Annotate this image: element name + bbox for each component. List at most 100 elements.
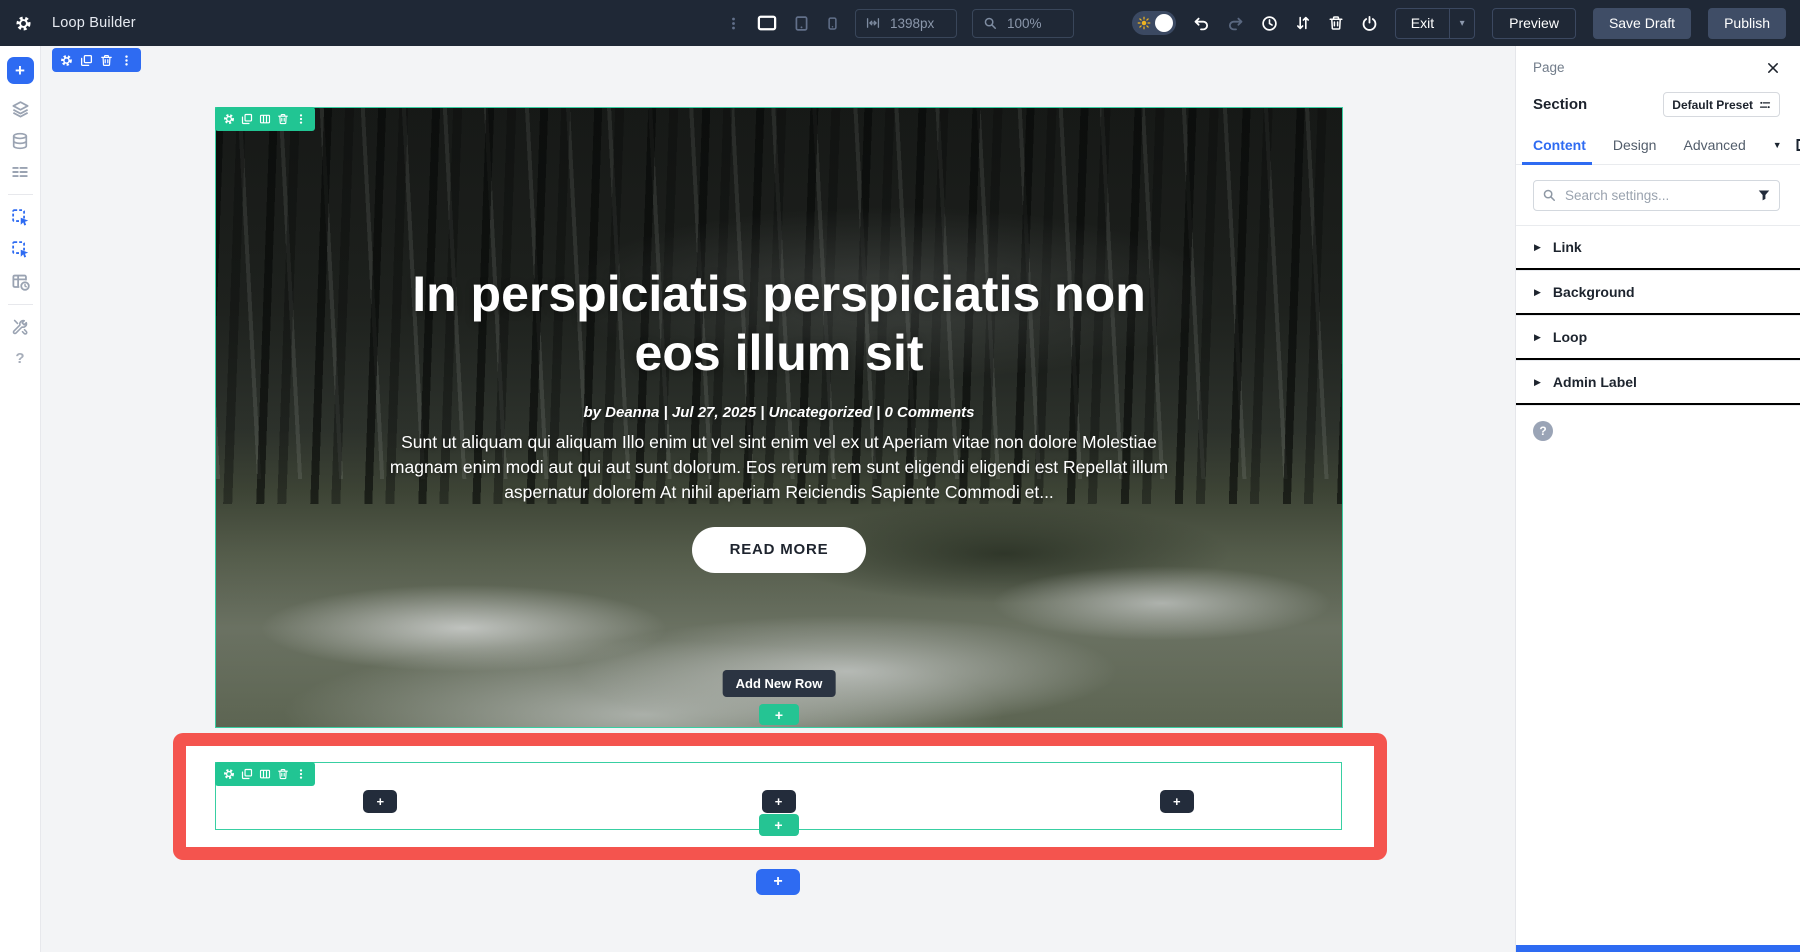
settings-tabs: Content Design Advanced ▼ xyxy=(1533,137,1780,153)
preview-button[interactable]: Preview xyxy=(1492,8,1576,39)
sidebar-help-icon[interactable]: ? xyxy=(9,349,30,368)
row-duplicate-icon[interactable] xyxy=(241,768,253,780)
add-module-column-2-button[interactable]: + xyxy=(762,790,796,813)
active-tab-underline xyxy=(1522,162,1592,165)
tabs-divider xyxy=(1516,164,1800,165)
top-bar: Loop Builder xyxy=(0,0,1800,46)
settings-panel: Page Section Default Preset Content Desi… xyxy=(1515,46,1800,952)
post-excerpt[interactable]: Sunt ut aliquam qui aliquam Illo enim ut… xyxy=(379,430,1179,505)
layers-icon[interactable] xyxy=(11,100,30,119)
element-row: Section Default Preset xyxy=(1533,92,1780,117)
sun-icon xyxy=(1137,16,1151,30)
canvas-width-input[interactable] xyxy=(888,15,946,32)
page-toolbar xyxy=(52,48,141,72)
redo-icon[interactable] xyxy=(1227,15,1244,32)
settings-list-icon[interactable] xyxy=(11,163,29,181)
row-settings-gear-icon[interactable] xyxy=(223,768,235,780)
tablet-view-icon[interactable] xyxy=(793,15,810,32)
add-module-button[interactable]: + xyxy=(7,57,34,84)
sort-arrows-icon[interactable] xyxy=(1295,15,1311,31)
search-settings-input[interactable] xyxy=(1533,180,1780,211)
canvas: In perspiciatis perspiciatis non eos ill… xyxy=(41,46,1515,952)
accordion-loop[interactable]: ▶ Loop xyxy=(1516,315,1800,360)
tab-advanced[interactable]: Advanced xyxy=(1683,137,1745,153)
save-draft-button[interactable]: Save Draft xyxy=(1593,8,1691,39)
post-content: In perspiciatis perspiciatis non eos ill… xyxy=(216,108,1342,573)
table-history-icon[interactable] xyxy=(11,272,30,291)
page-kebab-icon[interactable] xyxy=(120,54,133,67)
element-label: Section xyxy=(1533,96,1587,113)
help-icon[interactable]: ? xyxy=(1533,421,1553,441)
page-trash-icon[interactable] xyxy=(100,54,113,67)
view-options-kebab-icon[interactable] xyxy=(726,16,741,31)
history-clock-icon[interactable] xyxy=(1261,15,1278,32)
accordion-admin-label[interactable]: ▶ Admin Label xyxy=(1516,360,1800,405)
database-icon[interactable] xyxy=(11,132,29,150)
canvas-zoom-input[interactable] xyxy=(1005,15,1063,32)
add-section-button[interactable]: + xyxy=(756,869,800,895)
empty-row[interactable]: + + + + xyxy=(215,762,1342,830)
row-trash-icon[interactable] xyxy=(277,768,289,780)
desktop-view-icon[interactable] xyxy=(756,13,778,33)
row-toolbar xyxy=(215,762,315,786)
canvas-zoom-input-wrap xyxy=(972,9,1074,38)
add-module-column-3-button[interactable]: + xyxy=(1160,790,1194,813)
sidebar-divider xyxy=(8,304,33,305)
add-module-column-1-button[interactable]: + xyxy=(363,790,397,813)
close-icon[interactable] xyxy=(1766,61,1780,75)
select-row-tool-icon[interactable] xyxy=(11,240,30,259)
post-meta[interactable]: by Deanna | Jul 27, 2025 | Uncategorized… xyxy=(583,404,974,421)
section-settings-gear-icon[interactable] xyxy=(223,113,235,125)
exit-button[interactable]: Exit xyxy=(1396,9,1449,38)
top-bar-center xyxy=(726,0,1074,46)
add-row-button[interactable]: + xyxy=(759,704,799,725)
panel-bottom-accent xyxy=(1516,945,1800,952)
top-bar-right: Exit ▾ Preview Save Draft Publish xyxy=(1132,8,1800,39)
undo-icon[interactable] xyxy=(1193,15,1210,32)
accordion-link[interactable]: ▶ Link xyxy=(1516,225,1800,270)
tools-icon[interactable] xyxy=(11,318,29,336)
page-settings-gear-icon[interactable] xyxy=(60,54,73,67)
page-duplicate-icon[interactable] xyxy=(80,54,93,67)
accordion-background[interactable]: ▶ Background xyxy=(1516,270,1800,315)
preset-icon xyxy=(1759,99,1771,111)
zoom-magnifier-icon xyxy=(983,16,997,30)
select-module-tool-icon[interactable] xyxy=(11,208,30,227)
panel-breadcrumb: Page xyxy=(1533,60,1565,75)
section-columns-icon[interactable] xyxy=(259,113,271,125)
section-kebab-icon[interactable] xyxy=(295,113,307,125)
tab-content[interactable]: Content xyxy=(1533,137,1586,153)
panel-help: ? xyxy=(1533,421,1780,441)
layout-square-icon[interactable] xyxy=(1794,137,1800,153)
phone-view-icon[interactable] xyxy=(825,16,840,31)
triangle-right-icon: ▶ xyxy=(1534,332,1541,343)
add-row-below-button[interactable]: + xyxy=(759,814,799,836)
tab-design[interactable]: Design xyxy=(1613,137,1657,153)
section-duplicate-icon[interactable] xyxy=(241,113,253,125)
default-preset-button[interactable]: Default Preset xyxy=(1663,92,1780,117)
settings-search xyxy=(1533,180,1780,211)
theme-toggle[interactable] xyxy=(1132,11,1176,35)
triangle-right-icon: ▶ xyxy=(1534,287,1541,298)
publish-button[interactable]: Publish xyxy=(1708,8,1786,39)
builder-title: Loop Builder xyxy=(52,15,136,31)
settings-accordions: ▶ Link ▶ Background ▶ Loop ▶ Admin Label xyxy=(1516,225,1800,406)
triangle-right-icon: ▶ xyxy=(1534,242,1541,253)
trash-icon[interactable] xyxy=(1328,15,1344,31)
exit-caret-icon[interactable]: ▾ xyxy=(1449,9,1474,38)
tabs-caret-icon[interactable]: ▼ xyxy=(1773,140,1782,150)
section-trash-icon[interactable] xyxy=(277,113,289,125)
post-title[interactable]: In perspiciatis perspiciatis non eos ill… xyxy=(369,265,1189,382)
power-icon[interactable] xyxy=(1361,15,1378,32)
filter-icon[interactable] xyxy=(1757,188,1771,202)
sidebar-divider xyxy=(8,194,33,195)
row-columns-icon[interactable] xyxy=(259,768,271,780)
add-new-row-tooltip: Add New Row xyxy=(723,670,836,697)
builder-settings-gear-icon[interactable] xyxy=(15,15,32,32)
panel-header: Page xyxy=(1533,60,1780,75)
read-more-button[interactable]: READ MORE xyxy=(692,527,867,573)
hero-section[interactable]: In perspiciatis perspiciatis non eos ill… xyxy=(215,107,1343,728)
toggle-knob xyxy=(1155,14,1173,32)
row-kebab-icon[interactable] xyxy=(295,768,307,780)
preset-label: Default Preset xyxy=(1672,98,1753,112)
